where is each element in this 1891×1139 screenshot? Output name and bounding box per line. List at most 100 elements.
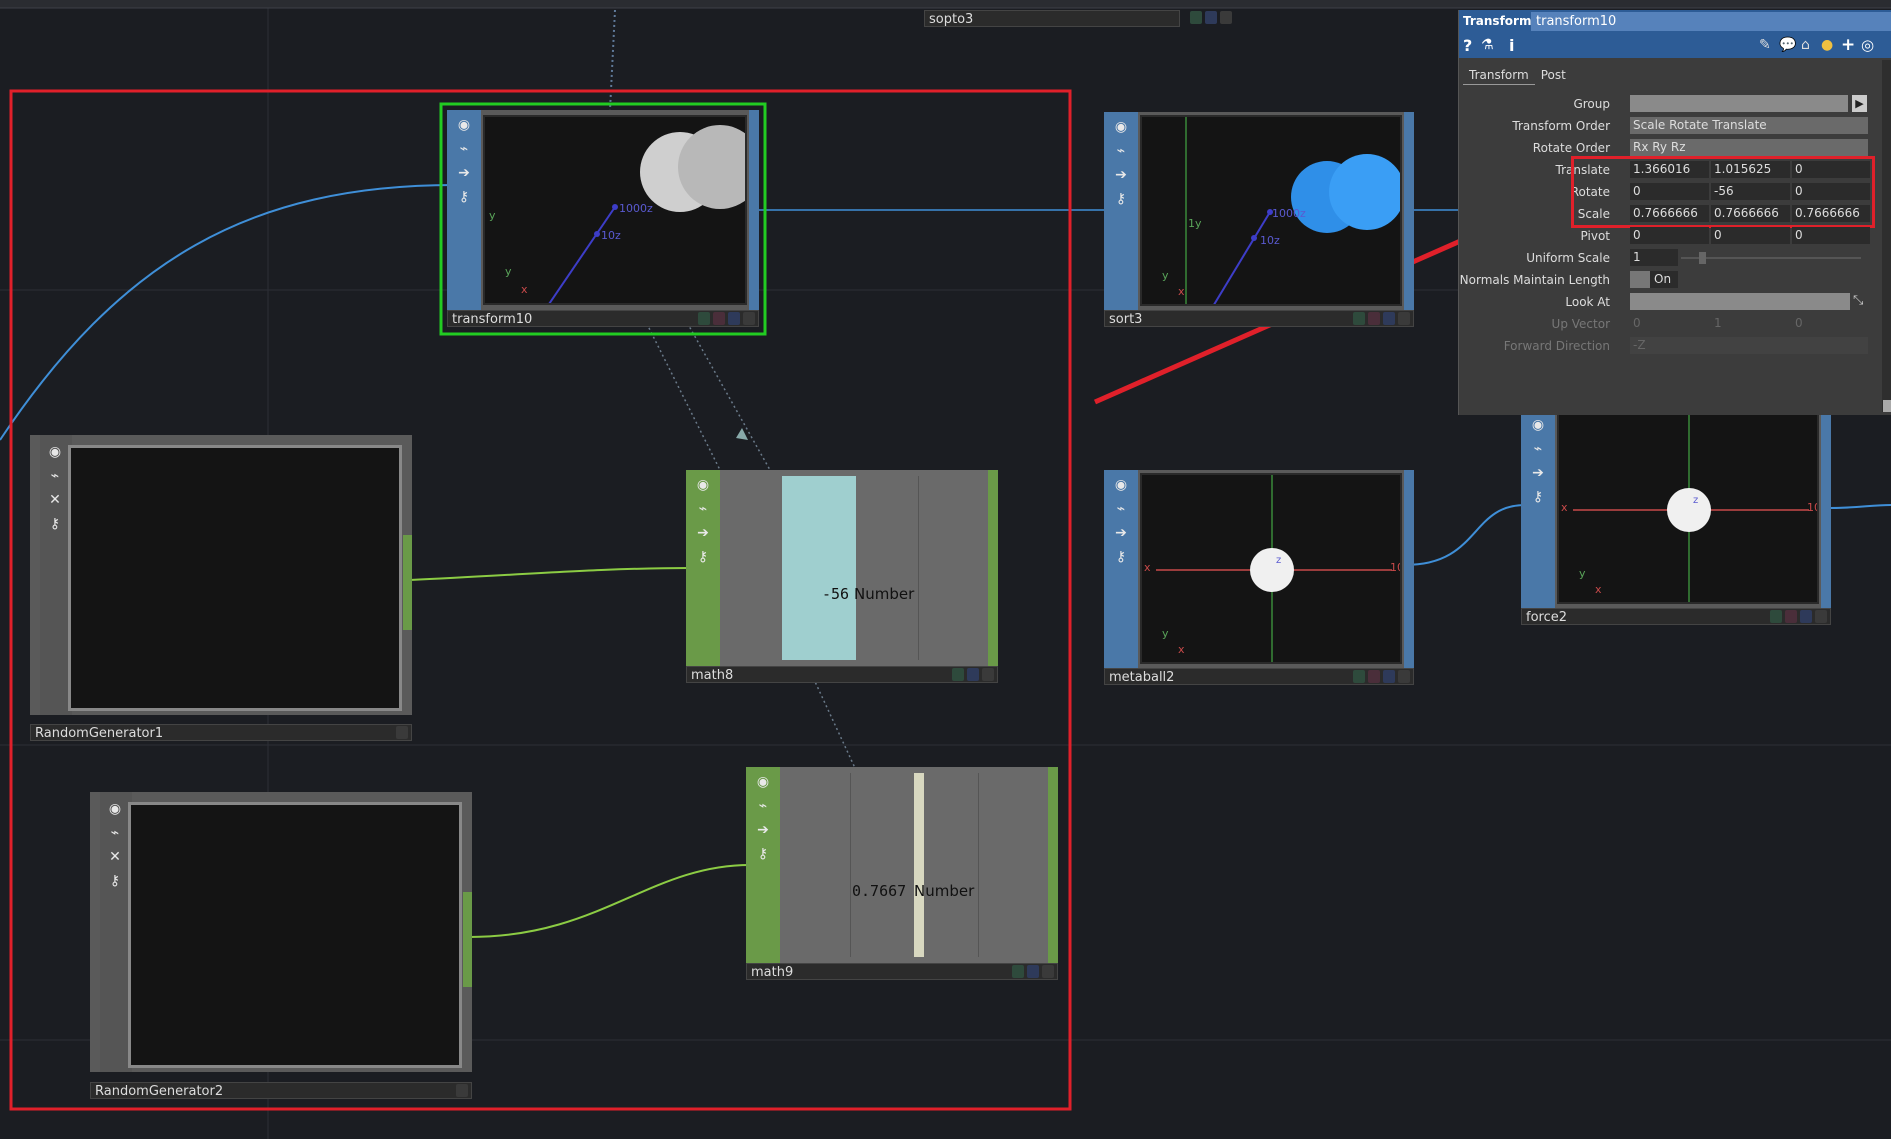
close-icon[interactable]: ✕ — [44, 489, 66, 511]
lock-icon[interactable]: ⚷ — [752, 843, 774, 865]
param-label: Pivot — [1580, 229, 1610, 243]
node-label: RandomGenerator2 — [90, 1082, 472, 1099]
uniform-scale-slider[interactable] — [1681, 257, 1861, 259]
param-label: Rotate Order — [1532, 141, 1610, 155]
toggle-label: On — [1654, 272, 1672, 286]
tab-transform[interactable]: Transform — [1463, 66, 1535, 85]
lock-icon[interactable]: ⚷ — [1110, 546, 1132, 568]
wire-blue-in — [0, 184, 456, 441]
python-help-icon[interactable]: ⚗ — [1481, 37, 1494, 53]
lock-icon[interactable]: ⚷ — [1527, 486, 1549, 508]
up-vector-x[interactable]: 0 — [1630, 315, 1709, 332]
close-icon[interactable]: ✕ — [104, 846, 126, 868]
viewer-icon[interactable]: ◉ — [44, 441, 66, 463]
node-force2[interactable]: ◉ ⌁ ➔ ⚷ z x 10 y x force2 — [1521, 410, 1831, 625]
play-icon[interactable]: ▶ — [1852, 95, 1867, 112]
pivot-z[interactable]: 0 — [1792, 227, 1870, 244]
uniform-scale-field[interactable]: 1 — [1630, 249, 1678, 266]
arrow-right-icon[interactable]: ➔ — [692, 522, 714, 544]
pick-icon[interactable]: ⤡ — [1853, 293, 1863, 308]
wire-rand2-math9 — [469, 864, 751, 938]
viewer-icon[interactable]: ◉ — [453, 114, 475, 136]
lock-icon[interactable]: ⚷ — [453, 186, 475, 208]
bookmark-icon[interactable]: ⌂ — [1801, 37, 1810, 53]
arrow-right-icon[interactable]: ➔ — [1110, 164, 1132, 186]
group-field[interactable] — [1630, 95, 1848, 112]
bypass-icon[interactable]: ⌁ — [752, 795, 774, 817]
viewer-icon[interactable]: ◉ — [1110, 116, 1132, 138]
wire-metaball-force — [1404, 504, 1526, 566]
up-vector-y[interactable]: 1 — [1711, 315, 1790, 332]
param-pivot: Pivot 0 0 0 — [1459, 227, 1879, 245]
bypass-icon[interactable]: ⌁ — [453, 138, 475, 160]
math8-unit: Number — [854, 585, 915, 603]
parameter-panel: Transform transform10 ? ⚗ i ✎ 💬 ⌂ ● + ◎ … — [1458, 10, 1891, 415]
arrow-right-icon[interactable]: ➔ — [752, 819, 774, 841]
node-sopto3[interactable]: sopto3 — [924, 10, 1234, 30]
help-icon[interactable]: ? — [1463, 36, 1472, 55]
edit-icon[interactable]: ✎ — [1759, 37, 1771, 53]
lock-icon[interactable]: ⚷ — [104, 870, 126, 892]
wire-force-out — [1829, 504, 1891, 509]
rotate-order-select[interactable]: Rx Ry Rz — [1630, 139, 1868, 156]
node-transform10[interactable]: ◉ ⌁ ➔ ⚷ 1000z 10z y y x transform10 — [447, 110, 759, 328]
lock-icon[interactable]: ⚷ — [1110, 188, 1132, 210]
arrow-right-icon[interactable]: ➔ — [1110, 522, 1132, 544]
panel-scrollbar[interactable] — [1882, 60, 1891, 412]
param-normals: Normals Maintain Length On — [1459, 271, 1879, 289]
node-math9[interactable]: ◉ ⌁ ➔ ⚷ 0.7667 Number math9 — [746, 767, 1058, 982]
up-vector-z[interactable]: 0 — [1792, 315, 1870, 332]
viewer-icon[interactable]: ◉ — [692, 474, 714, 496]
bypass-icon[interactable]: ⌁ — [1527, 438, 1549, 460]
bypass-icon[interactable]: ⌁ — [692, 498, 714, 520]
param-forward-direction: Forward Direction -Z — [1459, 337, 1879, 355]
tab-post[interactable]: Post — [1535, 66, 1572, 85]
x-left-label: x — [1561, 501, 1568, 514]
param-label: Transform Order — [1512, 119, 1610, 133]
axis-y: y — [505, 265, 512, 278]
arrow-right-icon[interactable]: ➔ — [1527, 462, 1549, 484]
param-transform-order: Transform Order Scale Rotate Translate — [1459, 117, 1879, 135]
pivot-x[interactable]: 0 — [1630, 227, 1709, 244]
node-sort3[interactable]: ◉ ⌁ ➔ ⚷ 1000z 10z 1y y x sort3 — [1104, 112, 1414, 327]
axis-x: x — [521, 283, 528, 296]
look-at-field[interactable] — [1630, 293, 1850, 310]
viewer-icon[interactable]: ◉ — [104, 798, 126, 820]
forward-direction-select[interactable]: -Z — [1630, 337, 1868, 354]
node-metaball2[interactable]: ◉ ⌁ ➔ ⚷ z x 10 y x metaball2 — [1104, 470, 1414, 685]
slider-handle[interactable] — [1699, 252, 1706, 264]
bypass-icon[interactable]: ⌁ — [1110, 498, 1132, 520]
node-randomgenerator2[interactable]: ◉ ⌁ ✕ ⚷ RandomGenerator2 — [90, 792, 472, 1102]
viewer-icon[interactable]: ◉ — [1527, 414, 1549, 436]
transform-order-select[interactable]: Scale Rotate Translate — [1630, 117, 1868, 134]
bypass-icon[interactable]: ⌁ — [44, 465, 66, 487]
arrow-right-icon[interactable]: ➔ — [453, 162, 475, 184]
target-icon[interactable]: ◎ — [1861, 36, 1874, 54]
node-randomgenerator1[interactable]: ◉ ⌁ ✕ ⚷ RandomGenerator1 — [30, 435, 412, 745]
viewer-icon[interactable]: ◉ — [1110, 474, 1132, 496]
bypass-icon[interactable]: ⌁ — [104, 822, 126, 844]
lock-icon[interactable]: ⚷ — [44, 513, 66, 535]
normals-toggle[interactable]: On — [1630, 271, 1678, 288]
node-viewer: z x 10 y x — [1557, 413, 1819, 604]
python-icon[interactable]: ● — [1821, 37, 1833, 53]
axis-y: y — [1162, 269, 1169, 282]
operator-name-field[interactable]: transform10 — [1531, 12, 1891, 31]
axis-y: y — [1162, 627, 1169, 640]
param-group: Group ▶ — [1459, 95, 1879, 113]
lock-icon[interactable]: ⚷ — [692, 546, 714, 568]
param-label: Forward Direction — [1503, 339, 1610, 353]
comment-icon[interactable]: 💬 — [1779, 37, 1796, 53]
add-icon[interactable]: + — [1841, 35, 1855, 55]
pivot-y[interactable]: 0 — [1711, 227, 1790, 244]
param-label: Uniform Scale — [1526, 251, 1610, 265]
param-up-vector: Up Vector 0 1 0 — [1459, 315, 1879, 333]
x-right-label: 10 — [1390, 561, 1402, 574]
x-left-label: x — [1144, 561, 1151, 574]
info-icon[interactable]: i — [1509, 36, 1514, 55]
node-math8[interactable]: ◉ ⌁ ➔ ⚷ -56 Number math8 — [686, 470, 998, 685]
params-highlight-box — [1571, 156, 1875, 228]
math8-value: -56 — [822, 585, 850, 603]
viewer-icon[interactable]: ◉ — [752, 771, 774, 793]
bypass-icon[interactable]: ⌁ — [1110, 140, 1132, 162]
